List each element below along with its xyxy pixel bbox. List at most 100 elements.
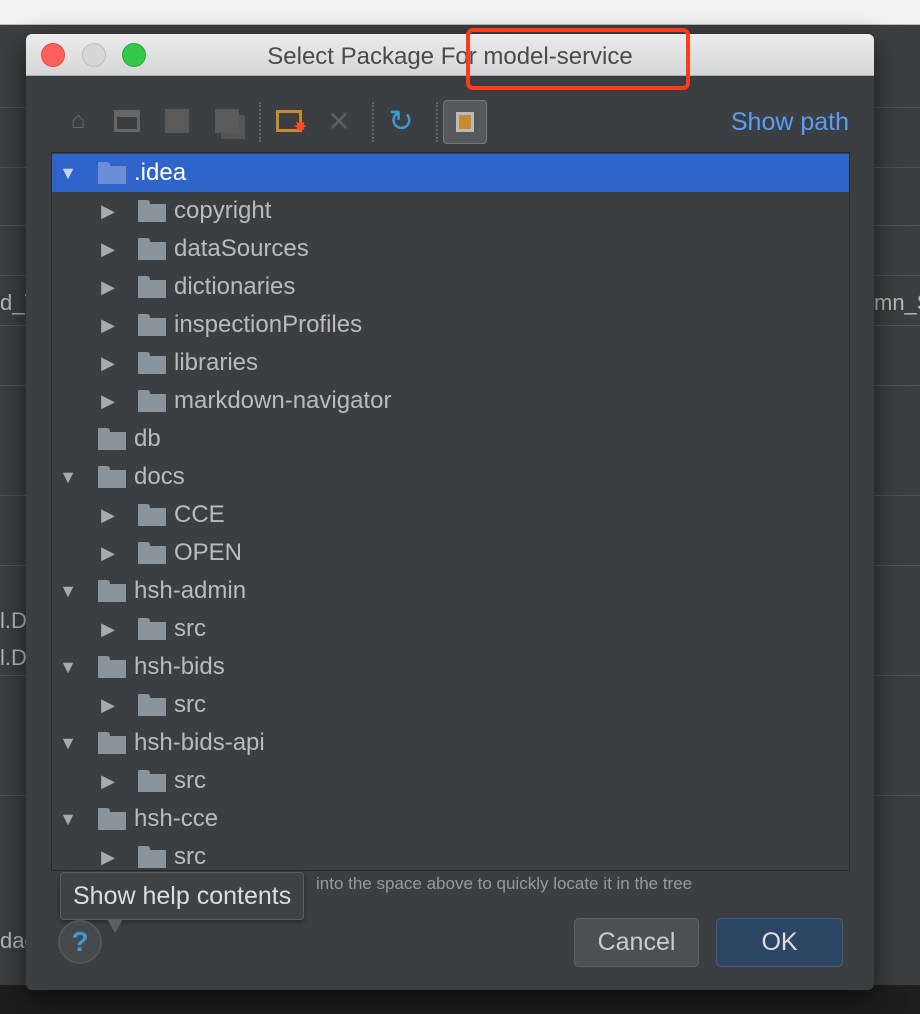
tree-item[interactable]: ▼ hsh-admin — [52, 572, 849, 610]
new-folder-icon[interactable]: ✸ — [272, 104, 307, 138]
module-folder-icon[interactable] — [210, 104, 244, 138]
tree-item[interactable]: ▼ docs — [52, 458, 849, 496]
tree-item[interactable]: ▶ copyright — [52, 192, 849, 230]
folder-icon — [98, 656, 126, 678]
folder-icon — [138, 542, 166, 564]
expanded-arrow-icon[interactable]: ▼ — [58, 809, 78, 829]
tree-item[interactable]: ▶ src — [52, 686, 849, 724]
collapsed-arrow-icon[interactable]: ▶ — [98, 771, 118, 791]
tree-item-label: dataSources — [174, 235, 309, 262]
tree-item-label: src — [174, 691, 206, 718]
desktop-icon[interactable] — [110, 104, 144, 138]
folder-icon — [98, 428, 126, 450]
show-path-link[interactable]: Show path — [731, 108, 849, 137]
toolbar: ⌂ ✸ ✕ ↻ Show path — [26, 96, 874, 148]
dialog-title: Select Package For model-service — [267, 43, 633, 70]
help-button[interactable]: ? — [58, 920, 102, 964]
folder-icon — [98, 466, 126, 488]
collapsed-arrow-icon[interactable]: ▶ — [98, 391, 118, 411]
hint-text: into the space above to quickly locate i… — [316, 874, 693, 893]
tree-item-label: src — [174, 615, 206, 642]
collapsed-arrow-icon[interactable]: ▶ — [98, 695, 118, 715]
tree-item-label: OPEN — [174, 539, 243, 566]
tree-item-label: hsh-admin — [134, 577, 247, 604]
expanded-arrow-icon[interactable]: ▼ — [58, 467, 78, 487]
folder-icon — [98, 732, 126, 754]
refresh-icon[interactable]: ↻ — [384, 104, 418, 138]
package-tree[interactable]: ▼ .idea ▶ copyright ▶ dataSources ▶ dictionarie… — [51, 152, 850, 871]
collapsed-arrow-icon[interactable]: ▶ — [98, 201, 118, 221]
tree-item[interactable]: ▶ src — [52, 610, 849, 648]
folder-icon — [98, 162, 126, 184]
tree-item-label: hsh-cce — [134, 805, 219, 832]
tree-item[interactable]: ▶ inspectionProfiles — [52, 306, 849, 344]
folder-icon — [138, 618, 166, 640]
expanded-arrow-icon[interactable]: ▼ — [58, 657, 78, 677]
tree-item-label: copyright — [174, 197, 272, 224]
tree-item-label: CCE — [174, 501, 225, 528]
ok-button[interactable]: OK — [716, 918, 843, 967]
folder-icon — [138, 314, 166, 336]
tree-item-label: db — [134, 425, 161, 452]
tree-item[interactable]: ▶ src — [52, 762, 849, 800]
bg-fragment: l.D — [0, 645, 27, 670]
expanded-arrow-icon[interactable]: ▼ — [58, 733, 78, 753]
collapsed-arrow-icon[interactable]: ▶ — [98, 353, 118, 373]
delete-icon[interactable]: ✕ — [322, 104, 356, 138]
tree-item-label: hsh-bids — [134, 653, 225, 680]
tree-item-label: src — [174, 843, 206, 870]
tree-item[interactable]: ▶ dataSources — [52, 230, 849, 268]
tree-item-label: dictionaries — [174, 273, 296, 300]
tree-item[interactable]: ▶ dictionaries — [52, 268, 849, 306]
tree-item[interactable]: ▼ hsh-bids-api — [52, 724, 849, 762]
collapsed-arrow-icon[interactable]: ▶ — [98, 543, 118, 563]
top-bar — [0, 0, 920, 25]
tree-item[interactable]: ▼ hsh-cce — [52, 800, 849, 838]
tree-item[interactable]: ▼ hsh-bids — [52, 648, 849, 686]
tree-item[interactable]: ▶ CCE — [52, 496, 849, 534]
question-icon: ? — [71, 926, 89, 957]
collapsed-arrow-icon[interactable]: ▶ — [98, 277, 118, 297]
bg-fragment: l.D — [0, 608, 27, 633]
bg-fragment: mn_S — [874, 290, 920, 315]
help-tooltip: Show help contents — [60, 872, 305, 933]
title-bar: Select Package For model-service — [26, 34, 874, 76]
folder-icon — [138, 770, 166, 792]
tree-item-label: .idea — [134, 159, 187, 186]
folder-icon — [138, 504, 166, 526]
tree-item-label: src — [174, 767, 206, 794]
collapsed-arrow-icon[interactable]: ▶ — [98, 315, 118, 335]
folder-icon — [138, 352, 166, 374]
tree-item[interactable]: ▶ src — [52, 838, 849, 870]
show-hidden-icon[interactable] — [443, 100, 487, 144]
tree-item[interactable]: ▶ markdown-navigator — [52, 382, 849, 420]
folder-icon — [138, 238, 166, 260]
folder-icon — [138, 200, 166, 222]
folder-icon — [138, 846, 166, 868]
cancel-button[interactable]: Cancel — [574, 918, 699, 967]
home-icon[interactable]: ⌂ — [61, 104, 95, 138]
expanded-arrow-icon[interactable]: ▼ — [58, 581, 78, 601]
collapsed-arrow-icon[interactable]: ▶ — [98, 847, 118, 867]
expanded-arrow-icon[interactable]: ▼ — [58, 163, 78, 183]
tree-item-label: markdown-navigator — [174, 387, 392, 414]
tree-item[interactable]: ▼ .idea — [52, 154, 849, 192]
tree-item-label: hsh-bids-api — [134, 729, 265, 756]
project-folder-icon[interactable] — [160, 104, 194, 138]
annotation-highlight — [466, 28, 690, 90]
tree-item[interactable]: ▶ libraries — [52, 344, 849, 382]
tree-item-label: inspectionProfiles — [174, 311, 363, 338]
tree-item[interactable]: db — [52, 420, 849, 458]
tree-item[interactable]: ▶ OPEN — [52, 534, 849, 572]
select-package-dialog: Select Package For model-service ⌂ ✸ ✕ ↻… — [26, 34, 874, 990]
collapsed-arrow-icon[interactable]: ▶ — [98, 239, 118, 259]
folder-icon — [138, 390, 166, 412]
folder-icon — [98, 808, 126, 830]
tree-item-label: docs — [134, 463, 185, 490]
folder-icon — [138, 276, 166, 298]
folder-icon — [138, 694, 166, 716]
collapsed-arrow-icon[interactable]: ▶ — [98, 505, 118, 525]
collapsed-arrow-icon[interactable]: ▶ — [98, 619, 118, 639]
folder-icon — [98, 580, 126, 602]
